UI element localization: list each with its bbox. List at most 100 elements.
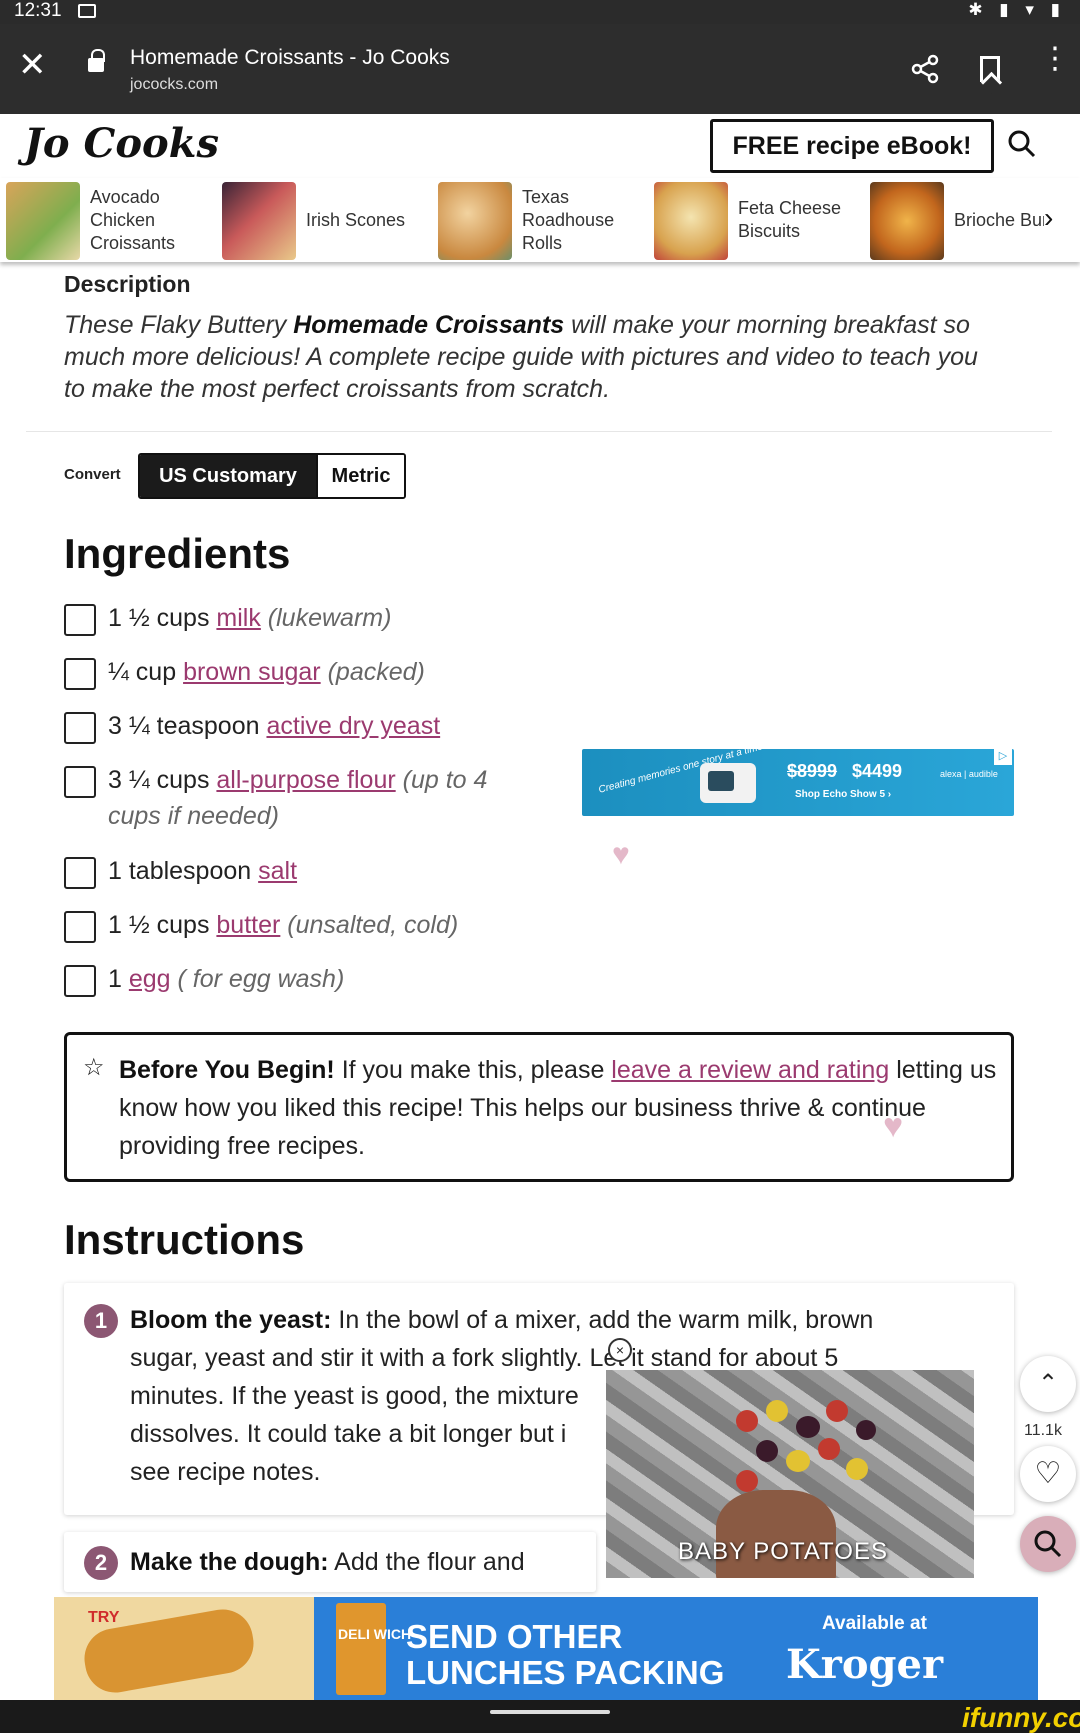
before-you-begin-box: ☆ Before You Begin! If you make this, pl… — [64, 1032, 1014, 1182]
carousel-item[interactable]: Irish Scones — [222, 180, 422, 260]
status-bar: 12:31 ✱ ▮ ▾ ▮ — [0, 0, 1080, 24]
ingredient-checkbox[interactable] — [64, 857, 96, 889]
echo-show-ad[interactable]: Creating memories one story at a time $8… — [582, 741, 1014, 816]
heart-icon: ♥ — [883, 1107, 904, 1145]
carousel-item[interactable]: Avocado Chicken Croissants — [6, 180, 206, 260]
favorite-button[interactable]: ♡ — [1020, 1446, 1076, 1502]
carousel-item[interactable]: Brioche Bun — [870, 180, 1044, 260]
carousel-item-label: Avocado Chicken Croissants — [90, 186, 176, 253]
convert-label: Convert — [64, 466, 121, 483]
potato — [846, 1458, 868, 1480]
lock-icon — [88, 49, 105, 72]
potato — [786, 1450, 810, 1472]
ingredient-checkbox[interactable] — [64, 965, 96, 997]
more-options-icon[interactable]: ⋮ — [1040, 44, 1070, 74]
potato — [796, 1416, 820, 1438]
description-heading: Description — [64, 271, 191, 297]
system-status-icons: ✱ ▮ ▾ ▮ — [968, 0, 1066, 19]
video-player[interactable]: BABY POTATOES — [606, 1370, 974, 1578]
unit-toggle: US Customary Metric — [138, 453, 406, 499]
before-you-begin-text: Before You Begin! If you make this, plea… — [119, 1056, 997, 1160]
carousel-item-label: Brioche Bun — [954, 209, 1044, 230]
search-icon[interactable] — [1008, 130, 1036, 158]
potato — [856, 1420, 876, 1440]
kroger-logo: Kroger — [786, 1641, 944, 1688]
potato — [736, 1410, 758, 1432]
home-gesture-handle[interactable] — [490, 1710, 610, 1714]
status-time: 12:31 — [14, 0, 62, 21]
recipe-thumbnail — [6, 182, 80, 260]
potato — [826, 1400, 848, 1422]
site-logo[interactable]: Jo Cooks — [24, 120, 219, 167]
ingredient-checkbox[interactable] — [64, 712, 96, 744]
ingredient-link[interactable]: brown sugar — [183, 658, 321, 686]
chevron-up-icon: ⌃ — [1037, 1370, 1059, 1397]
ad-product-box — [336, 1603, 386, 1695]
ad-new-price: $4499 — [852, 761, 903, 781]
free-ebook-button[interactable]: FREE recipe eBook! — [710, 119, 994, 173]
ad-available-at: Available at — [822, 1613, 927, 1634]
site-header: Jo Cooks FREE recipe eBook! — [0, 114, 1080, 178]
bookmark-icon[interactable] — [980, 56, 1000, 82]
star-icon: ☆ — [83, 1054, 105, 1081]
carousel-item-label: Texas Roadhouse Rolls — [522, 186, 615, 253]
step-number: 2 — [84, 1546, 118, 1580]
ingredient-link[interactable]: milk — [216, 604, 260, 632]
recipe-thumbnail — [438, 182, 512, 260]
review-link[interactable]: leave a review and rating — [611, 1056, 889, 1084]
ingredient-link[interactable]: butter — [216, 911, 280, 939]
metric-button[interactable]: Metric — [316, 455, 404, 497]
description-text: These Flaky Buttery Homemade Croissants … — [64, 311, 978, 403]
ingredient-checkbox[interactable] — [64, 911, 96, 943]
heart-icon: ♥ — [612, 838, 630, 871]
adchoices-icon[interactable]: ▷ — [994, 749, 1012, 765]
bottom-banner-ad[interactable]: TRY DELI WICH SEND OTHER LUNCHES PACKING … — [54, 1597, 1038, 1700]
step-number: 1 — [84, 1304, 118, 1338]
ingredient-link[interactable]: active dry yeast — [266, 712, 440, 740]
step-text: Make the dough: Add the flour and — [130, 1548, 525, 1576]
us-customary-button[interactable]: US Customary — [140, 455, 316, 497]
chevron-right-icon[interactable]: › — [1044, 202, 1053, 234]
ingredient-link[interactable]: salt — [258, 857, 297, 885]
ad-old-price: $8999 — [787, 761, 838, 781]
ad-cta[interactable]: Shop Echo Show 5 › — [795, 789, 891, 800]
ingredient-link[interactable]: all-purpose flour — [216, 766, 395, 794]
ingredients-heading: Ingredients — [64, 530, 291, 577]
carousel-item-label: Irish Scones — [306, 209, 406, 230]
search-icon — [1034, 1530, 1062, 1558]
close-video-button[interactable]: × — [608, 1338, 632, 1362]
image-notification-icon — [78, 4, 96, 18]
video-caption: BABY POTATOES — [678, 1538, 888, 1565]
likes-count: 11.1k — [1024, 1422, 1062, 1439]
potato — [756, 1440, 778, 1462]
ingredient-checkbox[interactable] — [64, 604, 96, 636]
heart-outline-icon: ♡ — [1034, 1457, 1062, 1490]
ingredient-link[interactable]: egg — [129, 965, 171, 993]
related-recipes-carousel: Avocado Chicken Croissants Irish Scones … — [0, 178, 1080, 262]
echo-device-image — [700, 763, 756, 803]
page-title[interactable]: Homemade Croissants - Jo Cooks — [130, 46, 450, 70]
ingredient-checkbox[interactable] — [64, 766, 96, 798]
divider — [26, 431, 1052, 432]
recipe-thumbnail — [654, 182, 728, 260]
system-nav-bar — [0, 1700, 1080, 1733]
share-icon[interactable] — [910, 54, 940, 84]
floating-search-button[interactable] — [1020, 1516, 1076, 1572]
page-domain[interactable]: jococks.com — [130, 76, 218, 94]
browser-toolbar: ✕ Homemade Croissants - Jo Cooks jococks… — [0, 24, 1080, 114]
close-tab-button[interactable]: ✕ — [18, 48, 47, 82]
instruction-step: 2 Make the dough: Add the flour and — [64, 1532, 596, 1592]
ad-product-text: DELI WICH — [338, 1626, 412, 1642]
carousel-item-label: Feta Cheese Biscuits — [738, 198, 842, 241]
potato — [818, 1438, 840, 1460]
potato — [766, 1400, 788, 1422]
scroll-up-button[interactable]: ⌃ — [1020, 1356, 1076, 1412]
instructions-heading: Instructions — [64, 1216, 305, 1263]
ad-try-label: TRY — [88, 1609, 120, 1626]
carousel-item[interactable]: Texas Roadhouse Rolls — [438, 180, 638, 260]
ingredient-checkbox[interactable] — [64, 658, 96, 690]
ad-brands: alexa | audible — [940, 769, 998, 779]
watermark: ifunny.co — [962, 1702, 1080, 1733]
carousel-item[interactable]: Feta Cheese Biscuits — [654, 180, 854, 260]
ad-slogan: SEND OTHER LUNCHES PACKING — [406, 1618, 725, 1691]
